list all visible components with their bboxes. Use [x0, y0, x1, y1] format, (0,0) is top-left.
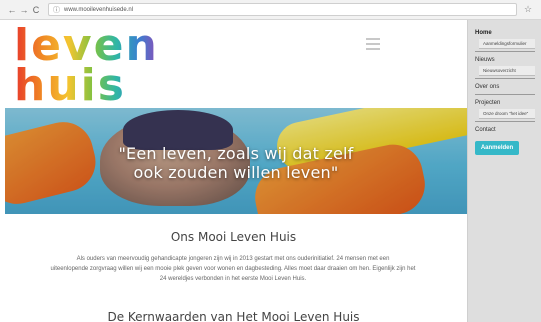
hero-quote: "Een leven, zoals wij dat zelf ook zoude…	[5, 144, 467, 182]
back-icon[interactable]: ←	[6, 4, 18, 16]
menu-divider	[475, 94, 535, 95]
menu-item-nieuws[interactable]: Nieuws	[475, 55, 535, 65]
site-logo[interactable]: leven huis	[14, 24, 174, 110]
section-heading: Ons Mooi Leven Huis	[170, 230, 297, 244]
intro-line-2: uiteenlopende zorgvraag willen wij een m…	[50, 266, 416, 272]
intro-paragraph: Als ouders van meervoudig gehandicapte j…	[18, 254, 448, 284]
hero-quote-line-1: "Een leven, zoals wij dat zelf	[118, 144, 354, 163]
forward-icon[interactable]: →	[18, 4, 30, 16]
reload-icon[interactable]: C	[30, 4, 42, 16]
side-menu: Home Aanmeldingsformulier Nieuws Nieuwso…	[467, 20, 541, 322]
submenu-item-aanmeldingsformulier[interactable]: Aanmeldingsformulier	[479, 39, 535, 49]
address-bar[interactable]: ⓘ www.mooilevenhuisede.nl	[48, 3, 517, 16]
submenu-item-nieuwsoverzicht[interactable]: Nieuwsoverzicht	[479, 66, 535, 76]
aanmelden-button[interactable]: Aanmelden	[475, 141, 519, 155]
core-values-heading: De Kernwaarden van Het Mooi Leven Huis	[107, 310, 360, 322]
hero-image: "Een leven, zoals wij dat zelf ook zoude…	[5, 108, 467, 214]
info-icon[interactable]: ⓘ	[53, 5, 60, 15]
intro-line-1: Als ouders van meervoudig gehandicapte j…	[76, 256, 390, 262]
hero-quote-line-2: ook zouden willen leven"	[133, 163, 339, 182]
menu-item-over-ons[interactable]: Over ons	[475, 82, 535, 92]
page-content: leven huis "Een leven, zoals wij dat zel…	[0, 20, 467, 322]
menu-divider	[475, 51, 535, 52]
menu-divider	[475, 78, 535, 79]
browser-toolbar: ← → C ⓘ www.mooilevenhuisede.nl ☆	[0, 0, 541, 20]
logo-line-huis: huis	[14, 64, 174, 108]
menu-divider	[475, 121, 535, 122]
bookmark-star-icon[interactable]: ☆	[521, 4, 535, 15]
menu-item-projecten[interactable]: Projecten	[475, 98, 535, 108]
submenu-item-onze-droom[interactable]: Onze droom "het idee"	[479, 109, 535, 119]
intro-line-3: 24 wereldjes verbonden in het eerste Moo…	[159, 276, 307, 282]
menu-item-home[interactable]: Home	[475, 28, 535, 38]
url-text: www.mooilevenhuisede.nl	[64, 6, 134, 13]
menu-item-contact[interactable]: Contact	[475, 125, 535, 135]
hamburger-menu-icon[interactable]	[366, 38, 380, 50]
